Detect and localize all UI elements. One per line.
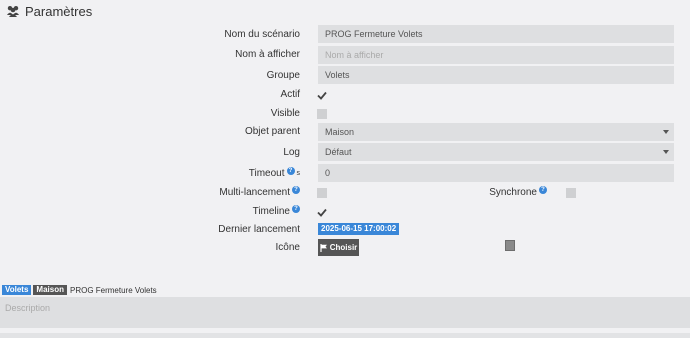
breadcrumb-group[interactable]: Volets — [2, 285, 32, 295]
checkmark-icon — [317, 91, 327, 100]
last-run-label: Dernier lancement — [218, 223, 300, 235]
synchronous-label: Synchrone ? — [489, 185, 547, 199]
scenario-name-input[interactable]: PROG Fermeture Volets — [318, 25, 674, 43]
page-title: Paramètres — [25, 3, 93, 19]
description-textarea[interactable]: Description — [0, 297, 690, 328]
help-icon[interactable]: ? — [539, 185, 547, 194]
timeline-label: Timeline ? — [253, 204, 300, 218]
icon-preview — [505, 240, 515, 251]
checkmark-icon — [317, 208, 327, 217]
last-run-badge: 2025-06-15 17:00:02 — [318, 223, 400, 235]
scenario-name-label: Nom du scénario — [224, 28, 300, 40]
timeout-label: Timeout ? s — [248, 166, 301, 179]
flag-icon — [320, 243, 327, 252]
group-input[interactable]: Volets — [318, 66, 674, 84]
log-label: Log — [283, 146, 300, 158]
help-icon[interactable]: ? — [286, 166, 295, 175]
timeout-unit: s — [296, 169, 301, 177]
timeline-checkbox[interactable] — [317, 207, 327, 217]
icon-label: Icône — [275, 241, 300, 253]
multi-launch-checkbox[interactable] — [317, 188, 327, 198]
visible-checkbox[interactable] — [317, 109, 327, 119]
bottom-divider — [0, 333, 690, 338]
multi-launch-label: Multi-lancement ? — [219, 185, 300, 199]
parent-object-label: Objet parent — [244, 125, 300, 137]
parent-object-select[interactable]: Maison — [318, 123, 674, 141]
breadcrumb-object[interactable]: Maison — [33, 285, 67, 295]
group-label: Groupe — [266, 69, 300, 81]
log-select[interactable]: Défaut — [318, 143, 674, 161]
display-name-input[interactable]: Nom à afficher — [318, 46, 674, 64]
active-label: Actif — [280, 88, 300, 100]
section-header: Paramètres — [6, 2, 92, 20]
breadcrumb-scenario: PROG Fermeture Volets — [69, 285, 157, 295]
visible-label: Visible — [270, 107, 300, 119]
users-icon — [7, 6, 19, 17]
display-name-label: Nom à afficher — [235, 48, 300, 60]
choose-icon-button[interactable]: Choisir — [318, 239, 359, 256]
help-icon[interactable]: ? — [292, 204, 300, 213]
help-icon[interactable]: ? — [292, 185, 300, 194]
breadcrumb: Volets Maison PROG Fermeture Volets — [2, 285, 157, 295]
timeout-input[interactable]: 0 — [318, 164, 674, 182]
active-checkbox[interactable] — [317, 90, 327, 100]
synchronous-checkbox[interactable] — [566, 188, 576, 198]
